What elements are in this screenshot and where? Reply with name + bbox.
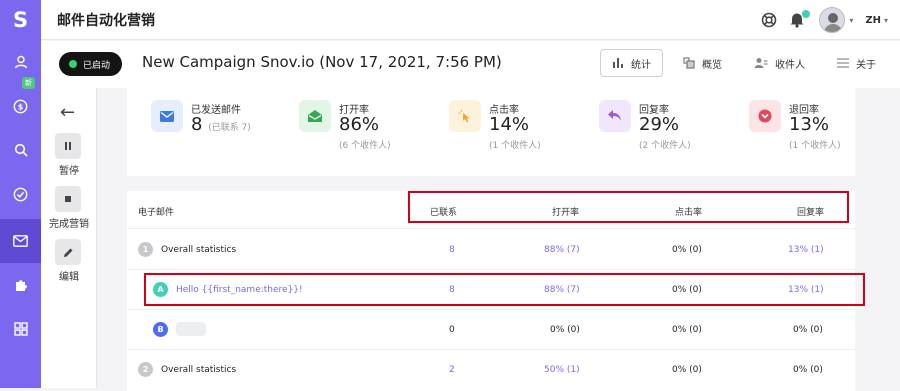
mail-icon [13,235,28,247]
pause-icon [65,142,71,150]
tab-label: 收件人 [775,59,805,71]
stat-subtext: (6 个收件人) [339,141,391,151]
complete-campaign-button[interactable] [55,186,81,212]
page-title: 邮件自动化营销 [57,13,155,29]
user-icon [14,55,27,69]
open-envelope-icon [299,100,331,132]
pause-label: 暂停 [59,166,79,177]
apps-nav[interactable] [0,307,41,351]
contacted-value: 0 [449,325,455,335]
mail-stat-icon [151,100,183,132]
integrations-nav[interactable] [0,263,41,307]
notifications-button[interactable] [789,10,811,29]
contacted-value[interactable]: 2 [449,365,455,375]
dollar-icon: $ [13,99,28,113]
header-highlight-box [408,191,849,223]
stat-value: 14% [489,114,530,135]
campaign-name: New Campaign Snov.io (Nov 17, 2021, 7:56… [142,53,502,71]
row-highlight-box [144,273,865,306]
chevron-down-icon: ▾ [849,15,854,25]
stat-value: 8 (已联系 7) [191,114,251,135]
stat-subtext: (1 个收件人) [789,141,841,151]
tab-label: 统计 [631,59,651,71]
click-pointer-icon [449,100,481,132]
email-nav[interactable] [0,219,41,263]
table-row[interactable]: 1 Overall statistics 8 88% (7) 0% (0) 13… [127,230,855,270]
tab-label: 概览 [702,59,722,71]
click-rate-value: 0% (0) [672,365,702,375]
campaign-actions-panel: ← 暂停 完成营销 编辑 [41,88,97,388]
reply-rate-value[interactable]: 13% (1) [788,245,824,255]
overview-icon [683,57,695,69]
stat-value: 29% [639,114,680,135]
row-name: Overall statistics [161,365,237,375]
account-menu[interactable]: ▾ [819,7,853,33]
campaign-header: 已启动 New Campaign Snov.io (Nov 17, 2021, … [41,41,900,88]
status-label: 已启动 [83,60,111,71]
grid-icon [13,322,28,336]
notification-dot [802,10,811,18]
click-rate-value: 0% (0) [672,325,702,335]
row-name: Overall statistics [161,245,237,255]
table-row[interactable]: 2 Overall statistics 2 50% (1) 0% (0) 0%… [127,350,855,390]
bounce-icon [749,100,781,132]
snovio-logo[interactable]: S [0,0,41,40]
tab-overview[interactable]: 概览 [671,49,734,77]
complete-campaign-label: 完成营销 [49,219,89,230]
new-badge: 新 [22,77,35,89]
stat-value: 13% [789,114,830,135]
language-label: ZH [865,14,881,26]
language-menu[interactable]: ZH ▾ [865,15,888,26]
search-icon [14,143,28,157]
puzzle-icon [15,280,27,291]
contacts-nav[interactable] [0,40,41,84]
table-row[interactable]: B 0 0% (0) 0% (0) 0% (0) [127,310,855,350]
sidebar: S 新 $ [0,0,41,388]
stat-subtext: (1 个收件人) [489,141,541,151]
open-rate-value[interactable]: 50% (1) [544,365,580,375]
column-email: 电子邮件 [138,208,175,218]
step-badge: 2 [138,362,153,377]
click-rate-value: 0% (0) [672,245,702,255]
avatar [819,7,846,33]
search-nav[interactable] [0,128,41,172]
reply-rate-value: 0% (0) [793,365,823,375]
pencil-icon [63,248,72,257]
stat-subtext: (2 个收件人) [639,141,691,151]
stat-inline-note: (已联系 7) [208,123,251,133]
edit-button[interactable] [55,239,81,265]
variant-badge: B [153,322,168,337]
verifier-nav[interactable] [0,172,41,216]
list-icon [837,58,849,68]
stats-summary-card: 已发送邮件 8 (已联系 7) 打开率 86% (6 个收件人) 点击率 14%… [127,88,855,176]
tab-about[interactable]: 关于 [825,49,888,77]
pause-button[interactable] [55,133,81,159]
blurred-subject [176,322,206,336]
tab-recipients[interactable]: 收件人 [742,49,817,77]
reply-arrow-icon [599,100,631,132]
open-rate-value: 0% (0) [550,325,580,335]
status-dot [69,60,77,68]
help-lifebuoy-icon[interactable] [761,12,777,28]
check-circle-icon [13,187,28,201]
top-bar: 邮件自动化营销 ▾ ZH ▾ [41,0,900,40]
main-content: 已发送邮件 8 (已联系 7) 打开率 86% (6 个收件人) 点击率 14%… [97,88,900,391]
recipients-icon [754,58,768,68]
reply-rate-value: 0% (0) [793,325,823,335]
chevron-down-icon: ▾ [883,15,888,25]
edit-label: 编辑 [59,272,79,283]
open-rate-value[interactable]: 88% (7) [544,245,580,255]
email-stats-table: 电子邮件 已联系 打开率 点击率 回复率 1 Overall statistic… [127,191,865,391]
stop-icon [65,196,71,202]
bar-chart-icon [613,58,623,68]
contacted-value[interactable]: 8 [449,245,455,255]
svg-text:$: $ [18,102,24,111]
back-arrow-icon[interactable]: ← [60,102,75,123]
tab-label: 关于 [856,59,876,71]
status-toggle[interactable]: 已启动 [59,52,123,76]
step-badge: 1 [138,242,153,257]
deals-nav[interactable]: 新 $ [0,77,41,128]
stat-value: 86% [339,114,380,135]
tab-statistics[interactable]: 统计 [600,49,663,77]
